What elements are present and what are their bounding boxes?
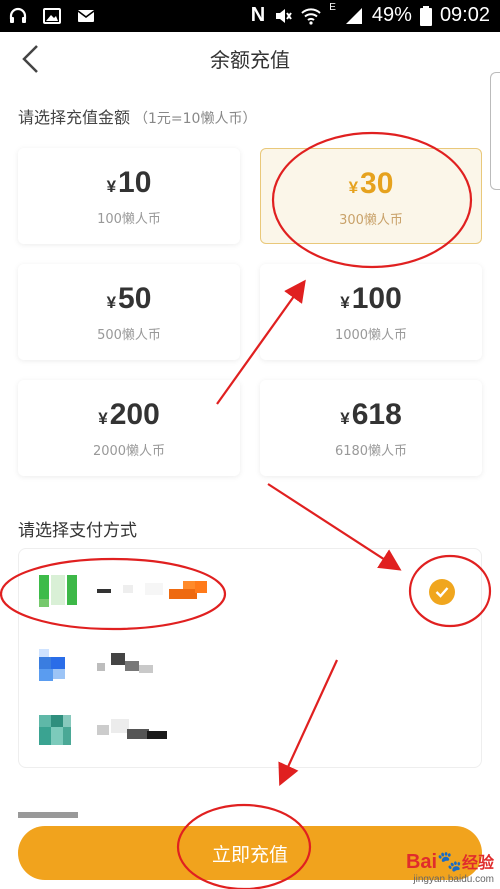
currency-symbol: ¥ bbox=[98, 409, 108, 428]
amount-value: 10 bbox=[118, 166, 152, 199]
alipay-icon bbox=[39, 649, 65, 681]
battery-percent: 49% bbox=[371, 4, 412, 26]
payment-methods-panel bbox=[18, 548, 482, 768]
amount-value: 50 bbox=[118, 282, 152, 315]
page-title: 余额充值 bbox=[210, 48, 290, 72]
coin-amount: 100懒人币 bbox=[97, 212, 161, 227]
coin-amount: 300懒人币 bbox=[339, 213, 403, 228]
amount-option-10[interactable]: ¥10 100懒人币 bbox=[18, 148, 240, 244]
paw-icon: 🐾 bbox=[437, 851, 462, 873]
headset-icon bbox=[9, 7, 27, 23]
amount-value: 30 bbox=[360, 167, 394, 200]
baidu-jingyan-watermark: Bai🐾经验 jingyan.baidu.com bbox=[406, 849, 494, 885]
currency-symbol: ¥ bbox=[340, 293, 350, 312]
currency-symbol: ¥ bbox=[340, 409, 350, 428]
payment-method-wechat[interactable] bbox=[19, 557, 483, 623]
amount-option-200[interactable]: ¥200 2000懒人币 bbox=[18, 380, 240, 476]
watermark-logo-text: Bai bbox=[405, 851, 438, 873]
system-status: N E 49% 09:02 bbox=[250, 2, 490, 27]
amount-label: 请选择充值金额 bbox=[18, 108, 131, 127]
wifi-icon bbox=[301, 7, 321, 25]
app-header: 余额充值 bbox=[0, 32, 500, 86]
currency-symbol: ¥ bbox=[106, 177, 117, 196]
amount-option-50[interactable]: ¥50 500懒人币 bbox=[18, 264, 240, 360]
side-panel-edge bbox=[490, 72, 500, 190]
amount-option-618[interactable]: ¥618 6180懒人币 bbox=[260, 380, 482, 476]
nfc-indicator: N bbox=[250, 4, 266, 26]
amount-value: 618 bbox=[351, 398, 402, 431]
signal-icon bbox=[345, 7, 362, 24]
currency-symbol: ¥ bbox=[106, 293, 117, 312]
amount-option-30[interactable]: ¥30 300懒人币 bbox=[260, 148, 482, 244]
mail-icon bbox=[77, 10, 95, 22]
amount-option-100[interactable]: ¥100 1000懒人币 bbox=[260, 264, 482, 360]
coin-amount: 2000懒人币 bbox=[92, 444, 166, 459]
amount-value: 100 bbox=[351, 282, 402, 315]
currency-symbol: ¥ bbox=[348, 178, 359, 197]
alipay-name-pixelated bbox=[97, 653, 153, 673]
mute-icon bbox=[276, 8, 293, 23]
payment-method-other[interactable] bbox=[19, 697, 483, 763]
network-type: E bbox=[329, 2, 336, 13]
coin-amount: 6180懒人币 bbox=[334, 444, 408, 459]
clock: 09:02 bbox=[439, 4, 490, 26]
wechat-pay-icon bbox=[39, 571, 77, 609]
selected-check-icon bbox=[429, 579, 455, 605]
payment-section-label: 请选择支付方式 bbox=[18, 521, 137, 541]
notification-icons bbox=[8, 6, 96, 26]
payment-method-alipay[interactable] bbox=[19, 631, 483, 697]
image-icon bbox=[43, 8, 61, 24]
cut-off-notice-text bbox=[18, 812, 78, 818]
status-bar: N E 49% 09:02 bbox=[0, 0, 500, 32]
wechat-pay-name-pixelated bbox=[97, 581, 207, 599]
other-pay-icon bbox=[39, 715, 71, 745]
exchange-rate-hint: （1元=10懒人币） bbox=[134, 111, 257, 127]
coin-amount: 1000懒人币 bbox=[334, 328, 408, 343]
coin-amount: 500懒人币 bbox=[97, 328, 161, 343]
watermark-url: jingyan.baidu.com bbox=[413, 874, 494, 885]
battery-icon bbox=[419, 5, 432, 26]
watermark-logo-text-right: 经验 bbox=[461, 855, 494, 872]
other-pay-name-pixelated bbox=[97, 719, 167, 739]
amount-section-label: 请选择充值金额 （1元=10懒人币） bbox=[18, 104, 256, 128]
amount-value: 200 bbox=[109, 398, 160, 431]
